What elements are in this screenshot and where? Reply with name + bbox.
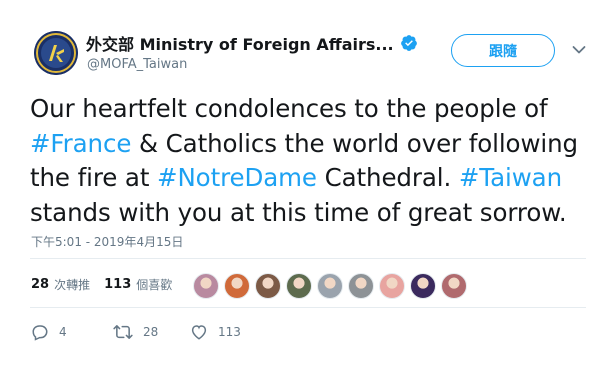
heart-icon [191, 325, 207, 340]
hashtag-link-notredame[interactable]: #NotreDame [157, 163, 317, 192]
tweet-actions: 4 28 113 [31, 323, 241, 341]
tweet-stats: 28 次轉推 113 個喜歡 [31, 276, 172, 293]
tweet-line: #France & Catholics the world over follo… [30, 127, 590, 162]
hashtag-link-france[interactable]: #France [30, 129, 131, 158]
account-name[interactable]: 外交部 Ministry of Foreign Affairs... [86, 31, 394, 55]
reply-count: 4 [59, 325, 67, 339]
liker-avatar[interactable] [317, 273, 343, 299]
tweet-timestamp[interactable]: 下午5:01 - 2019年4月15日 [31, 233, 183, 250]
retweets-label[interactable]: 次轉推 [54, 276, 90, 293]
reply-button[interactable]: 4 [31, 323, 113, 341]
tweet-text: Our heartfelt condolences to the people … [30, 92, 590, 230]
retweet-button[interactable]: 28 [113, 323, 190, 341]
liker-avatar[interactable] [348, 273, 374, 299]
account-handle[interactable]: @MOFA_Taiwan [87, 57, 187, 72]
liker-avatar[interactable] [379, 273, 405, 299]
tweet-text-segment: Our heartfelt condolences to the people … [30, 94, 548, 123]
retweet-count: 28 [143, 325, 159, 339]
like-count: 113 [218, 325, 241, 339]
chevron-down-icon[interactable] [572, 45, 586, 55]
likes-count[interactable]: 113 [104, 277, 131, 292]
tweet-line: Our heartfelt condolences to the people … [30, 92, 590, 127]
retweet-icon [113, 325, 133, 339]
divider [30, 258, 586, 259]
tweet-text-segment: & Catholics the world over following [131, 128, 578, 158]
retweets-count[interactable]: 28 [31, 277, 49, 292]
mofa-logo-icon [34, 31, 78, 75]
follow-button[interactable]: 跟隨 [451, 34, 555, 67]
tweet-line: stands with you at this time of great so… [30, 196, 590, 231]
liker-avatar[interactable] [441, 273, 467, 299]
liker-avatar[interactable] [224, 273, 250, 299]
liker-avatar[interactable] [286, 273, 312, 299]
tweet-text-segment: stands with you at this time of great so… [30, 197, 567, 227]
reply-icon [32, 325, 48, 341]
like-button[interactable]: 113 [190, 323, 241, 341]
liker-avatar[interactable] [410, 273, 436, 299]
account-name-row[interactable]: 外交部 Ministry of Foreign Affairs... [86, 32, 418, 54]
likes-label[interactable]: 個喜歡 [136, 276, 172, 293]
hashtag-link-taiwan[interactable]: #Taiwan [459, 163, 562, 192]
liker-avatar[interactable] [255, 273, 281, 299]
avatar[interactable] [34, 31, 78, 75]
liker-avatar[interactable] [193, 273, 219, 299]
tweet-text-segment: the fire at [30, 163, 158, 192]
divider [30, 307, 586, 308]
liker-avatars [193, 273, 472, 299]
tweet-text-segment: Cathedral. [316, 163, 459, 192]
tweet-line: the fire at #NotreDame Cathedral. #Taiwa… [30, 161, 590, 196]
verified-badge-icon [400, 35, 417, 51]
